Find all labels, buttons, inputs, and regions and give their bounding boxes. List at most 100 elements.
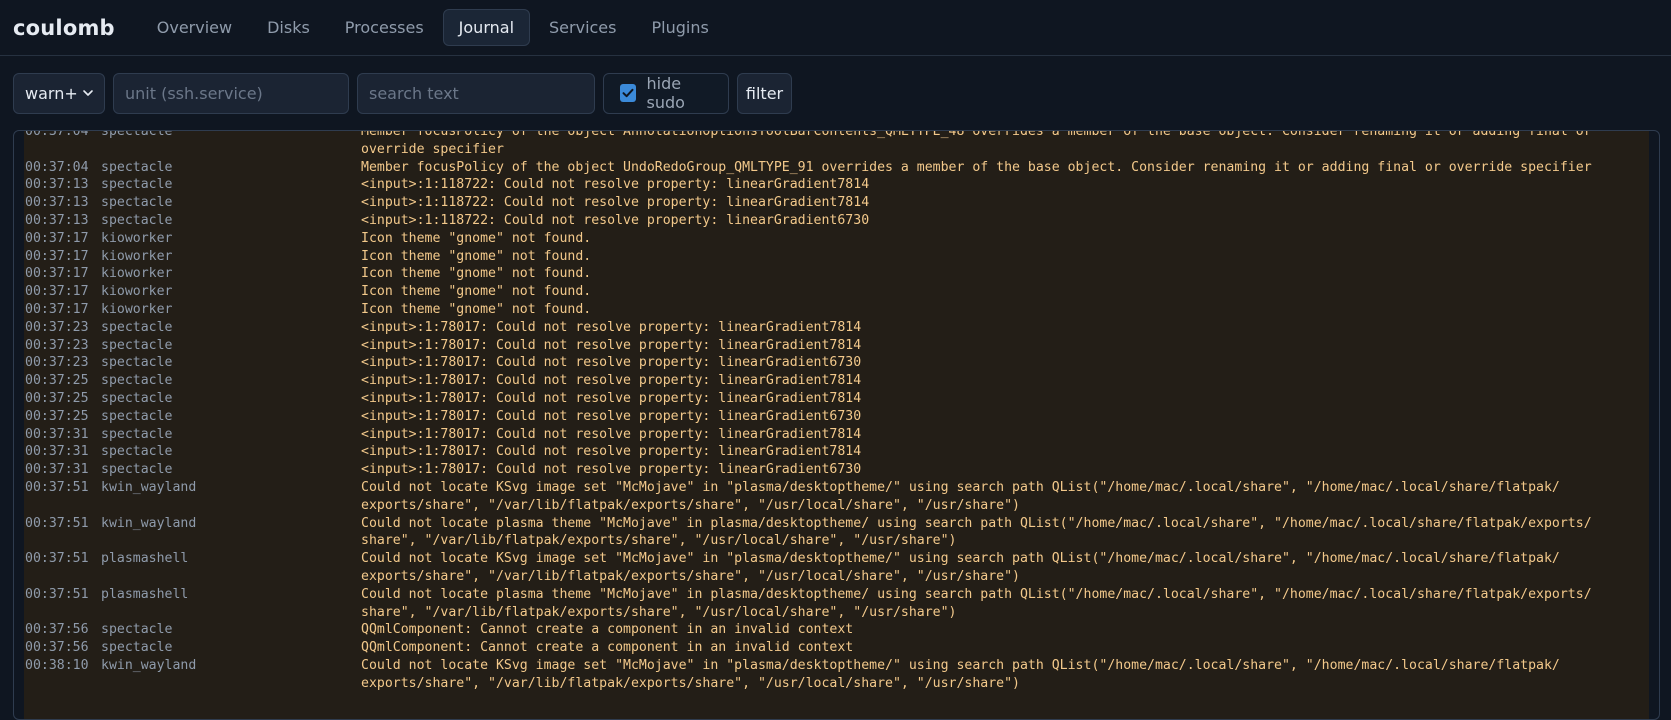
log-message: QQmlComponent: Cannot create a component… — [361, 640, 854, 656]
tab-overview[interactable]: Overview — [141, 9, 248, 46]
log-row: 00:38:10 kwin_wayland Could not locate KSv… — [24, 657, 1649, 693]
log-row: 00:37:17 kioworker Icon theme "gnome" not … — [24, 230, 1649, 248]
journal-log-list[interactable]: 00:37:04 spectacle Member focusPolicy of t… — [24, 130, 1649, 719]
log-message: <input>:1:78017: Could not resolve prope… — [361, 444, 862, 460]
log-message: Member focusPolicy of the object Annotat… — [361, 130, 1600, 157]
log-message: <input>:1:78017: Could not resolve prope… — [361, 337, 862, 353]
log-time: 00:37:23 — [25, 355, 89, 371]
log-time: 00:37:31 — [25, 462, 89, 478]
log-unit: spectacle — [101, 337, 173, 353]
search-input[interactable]: search text — [357, 72, 595, 114]
log-message: Could not locate plasma theme "McMojave"… — [361, 515, 1592, 549]
log-row: 00:37:31 spectacle <input>:1:78017: Could … — [24, 461, 1649, 479]
unit-input-placeholder: unit (ssh.service) — [125, 83, 263, 103]
log-time: 00:37:13 — [25, 177, 89, 193]
priority-select-value: warn+ — [25, 83, 78, 103]
log-time: 00:37:51 — [25, 479, 89, 495]
log-unit: kwin_wayland — [101, 657, 197, 673]
hide-sudo-checkbox[interactable] — [620, 84, 637, 102]
log-message: Icon theme "gnome" not found. — [361, 248, 592, 264]
log-unit: plasmashell — [101, 551, 189, 567]
log-message: Could not locate plasma theme "McMojave"… — [361, 586, 1592, 620]
log-time: 00:37:56 — [25, 622, 89, 638]
priority-select[interactable]: warn+ — [13, 72, 105, 114]
log-unit: kioworker — [101, 266, 173, 282]
log-message: <input>:1:78017: Could not resolve prope… — [361, 462, 862, 478]
log-row: 00:37:31 spectacle <input>:1:78017: Could … — [24, 443, 1649, 461]
log-unit: spectacle — [101, 373, 173, 389]
log-message: Could not locate KSvg image set "McMojav… — [361, 551, 1560, 584]
log-unit: spectacle — [101, 462, 173, 478]
log-message: <input>:1:78017: Could not resolve prope… — [361, 408, 862, 424]
log-message: Icon theme "gnome" not found. — [361, 284, 592, 300]
log-row: 00:37:04 spectacle Member focusPolicy of t… — [24, 159, 1649, 177]
log-message: Icon theme "gnome" not found. — [361, 266, 592, 282]
log-unit: kioworker — [101, 301, 173, 317]
log-message: <input>:1:78017: Could not resolve prope… — [361, 319, 862, 335]
log-unit: spectacle — [101, 212, 173, 228]
log-message: Icon theme "gnome" not found. — [361, 230, 592, 246]
log-row: 00:37:25 spectacle <input>:1:78017: Could … — [24, 408, 1649, 426]
hide-sudo-label: hide sudo — [646, 74, 685, 112]
tab-disks[interactable]: Disks — [251, 9, 326, 46]
log-row: 00:37:23 spectacle <input>:1:78017: Could … — [24, 354, 1649, 372]
tab-processes[interactable]: Processes — [329, 9, 440, 46]
top-navbar: coulomb Overview Disks Processes Journal… — [0, 0, 1671, 56]
log-message: <input>:1:118722: Could not resolve prop… — [361, 195, 870, 211]
hide-sudo-toggle[interactable]: hide sudo — [603, 72, 729, 114]
filter-button[interactable]: filter — [737, 72, 792, 114]
log-row: 00:37:04 spectacle Member focusPolicy of t… — [24, 130, 1649, 159]
log-time: 00:37:17 — [25, 266, 89, 282]
log-message: QQmlComponent: Cannot create a component… — [361, 622, 854, 638]
log-row: 00:37:51 kwin_wayland Could not locate KSv… — [24, 479, 1649, 515]
log-unit: plasmashell — [101, 586, 189, 602]
log-unit: kwin_wayland — [101, 515, 197, 531]
log-unit: spectacle — [101, 426, 173, 442]
log-unit: spectacle — [101, 444, 173, 460]
log-row: 00:37:51 plasmashell Could not locate plas… — [24, 586, 1649, 622]
unit-input[interactable]: unit (ssh.service) — [113, 72, 349, 114]
log-time: 00:37:25 — [25, 373, 89, 389]
log-row: 00:37:17 kioworker Icon theme "gnome" not … — [24, 265, 1649, 283]
log-row: 00:37:13 spectacle <input>:1:118722: Could… — [24, 194, 1649, 212]
log-row: 00:37:25 spectacle <input>:1:78017: Could … — [24, 372, 1649, 390]
log-row: 00:37:56 spectacle QQmlComponent: Cannot c… — [24, 639, 1649, 657]
log-unit: kioworker — [101, 284, 173, 300]
log-message: <input>:1:78017: Could not resolve prope… — [361, 390, 862, 406]
search-input-placeholder: search text — [369, 83, 459, 103]
log-time: 00:37:51 — [25, 586, 89, 602]
log-unit: spectacle — [101, 195, 173, 211]
log-time: 00:37:23 — [25, 319, 89, 335]
chevron-down-icon — [83, 90, 93, 96]
log-unit: spectacle — [101, 390, 173, 406]
log-row: 00:37:17 kioworker Icon theme "gnome" not … — [24, 283, 1649, 301]
log-time: 00:38:10 — [25, 657, 89, 673]
log-row: 00:37:31 spectacle <input>:1:78017: Could … — [24, 426, 1649, 444]
log-unit: spectacle — [101, 640, 173, 656]
tab-plugins[interactable]: Plugins — [635, 9, 724, 46]
log-row: 00:37:51 kwin_wayland Could not locate pla… — [24, 515, 1649, 551]
log-row: 00:37:17 kioworker Icon theme "gnome" not … — [24, 301, 1649, 319]
log-row: 00:37:13 spectacle <input>:1:118722: Could… — [24, 176, 1649, 194]
log-message: <input>:1:78017: Could not resolve prope… — [361, 373, 862, 389]
log-time: 00:37:17 — [25, 284, 89, 300]
log-unit: spectacle — [101, 130, 173, 139]
brand-logo[interactable]: coulomb — [13, 16, 115, 40]
log-unit: spectacle — [101, 355, 173, 371]
log-message: <input>:1:118722: Could not resolve prop… — [361, 212, 870, 228]
log-time: 00:37:13 — [25, 195, 89, 211]
log-message: <input>:1:118722: Could not resolve prop… — [361, 177, 870, 193]
journal-log-panel[interactable]: 00:37:04 spectacle Member focusPolicy of t… — [13, 130, 1660, 720]
log-time: 00:37:51 — [25, 515, 89, 531]
log-unit: kwin_wayland — [101, 479, 197, 495]
log-unit: kioworker — [101, 230, 173, 246]
log-time: 00:37:13 — [25, 212, 89, 228]
tab-journal[interactable]: Journal — [442, 9, 531, 46]
log-time: 00:37:17 — [25, 248, 89, 264]
log-time: 00:37:23 — [25, 337, 89, 353]
tab-services[interactable]: Services — [533, 9, 632, 46]
log-row: 00:37:13 spectacle <input>:1:118722: Could… — [24, 212, 1649, 230]
log-unit: spectacle — [101, 319, 173, 335]
log-message: Member focusPolicy of the object UndoRed… — [361, 159, 1592, 175]
log-message: Could not locate KSvg image set "McMojav… — [361, 657, 1560, 691]
